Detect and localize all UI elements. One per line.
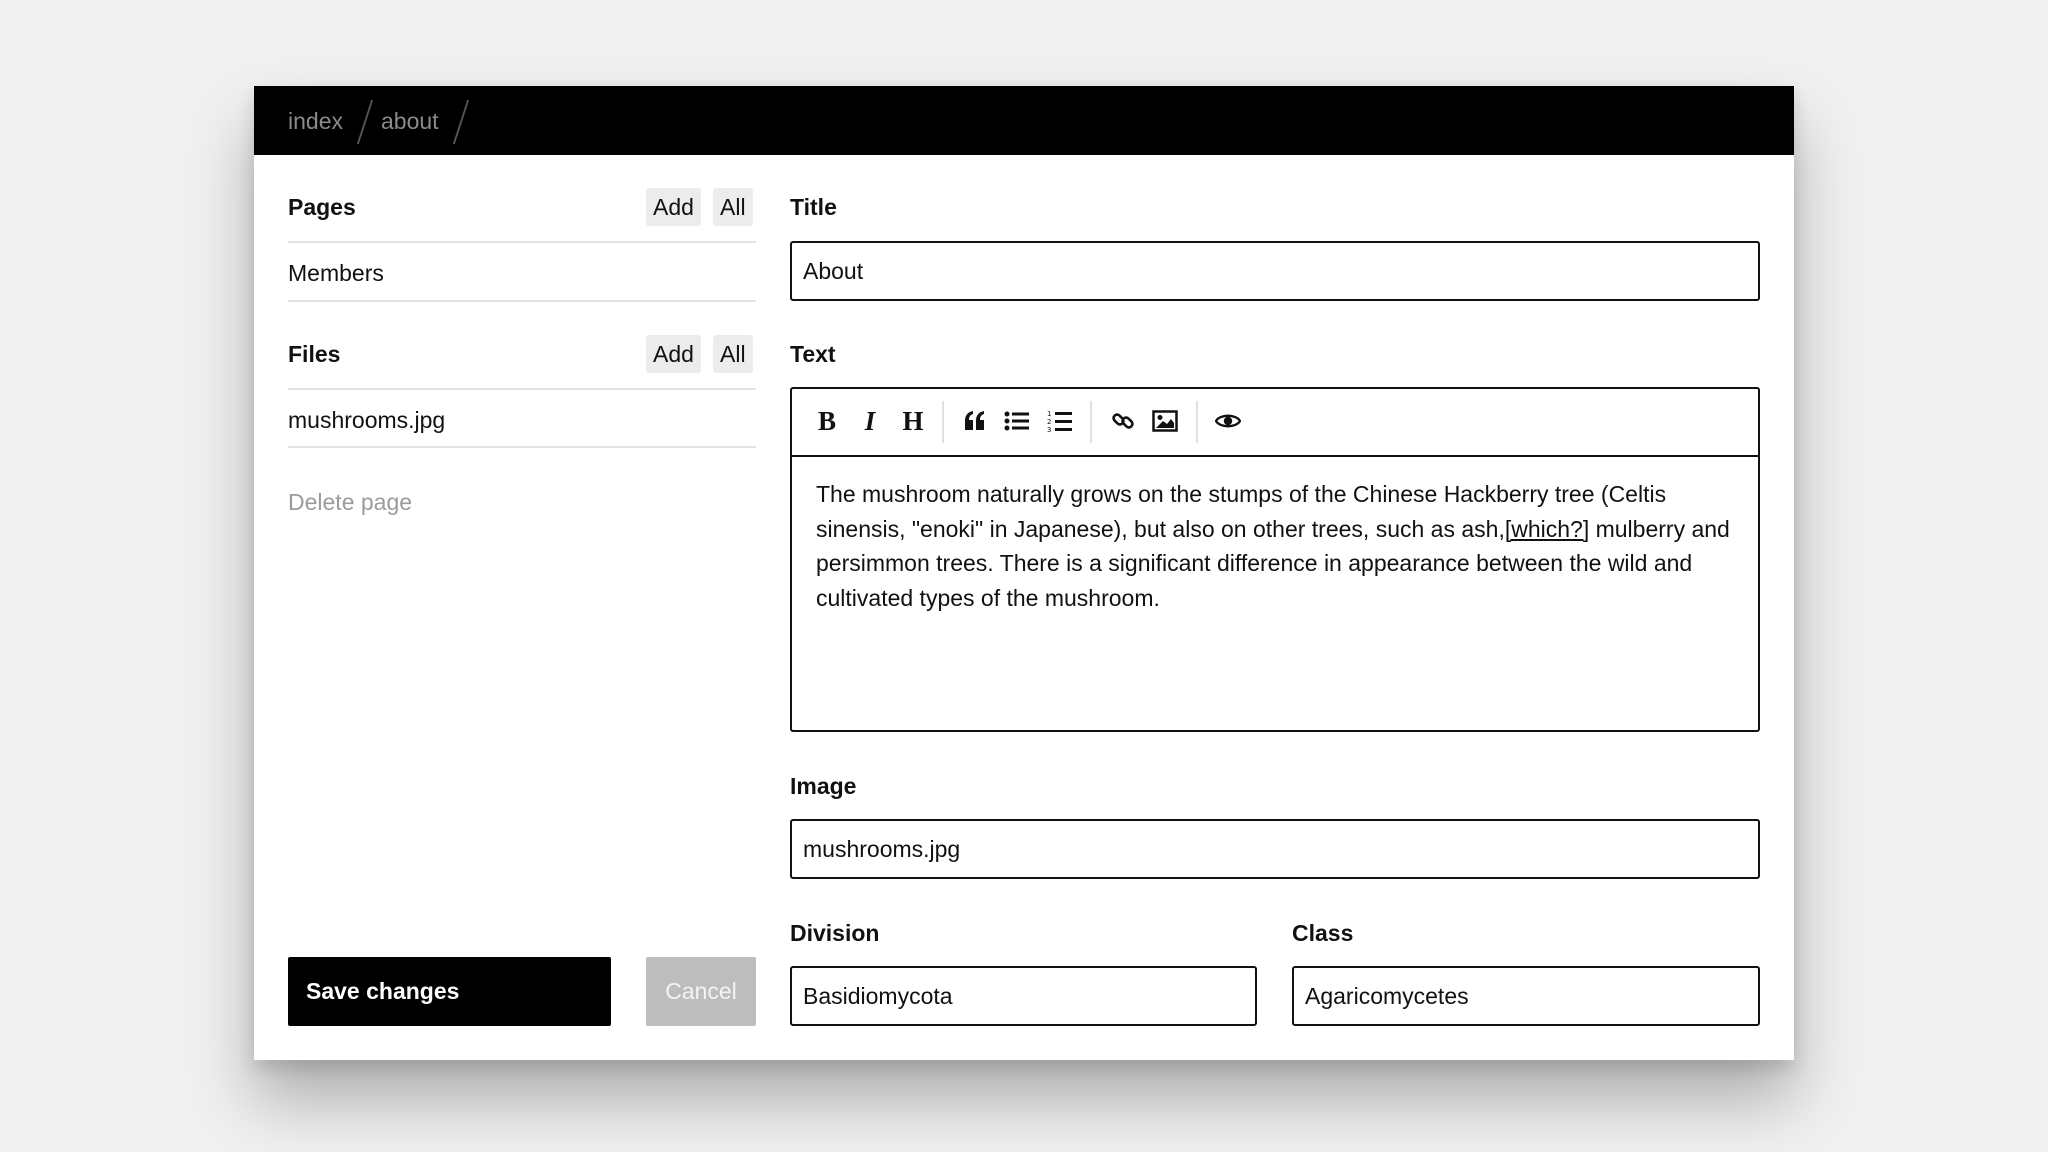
heading-icon[interactable]: H (898, 406, 928, 436)
breadcrumb-separator (452, 100, 470, 144)
bulleted-list-icon[interactable] (1002, 406, 1032, 436)
citation-needed-link[interactable]: [which?] (1505, 516, 1589, 542)
pages-heading: Pages (288, 194, 356, 220)
text-editor-content[interactable]: The mushroom naturally grows on the stum… (816, 477, 1741, 615)
division-field[interactable]: Basidiomycota (790, 966, 1257, 1026)
toolbar-separator (1196, 401, 1198, 443)
divider (288, 388, 756, 390)
toolbar-separator (1090, 401, 1092, 443)
image-field[interactable]: mushrooms.jpg (790, 819, 1760, 879)
page-list-item[interactable]: Members (288, 259, 384, 287)
breadcrumb-separator (356, 100, 374, 144)
division-label: Division (790, 920, 880, 946)
all-pages-button[interactable]: All (713, 188, 753, 226)
editor-toolbar: B I H 123 (792, 389, 1758, 457)
svg-text:3: 3 (1047, 426, 1051, 433)
preview-eye-icon[interactable] (1213, 406, 1243, 436)
divider (288, 300, 756, 302)
delete-page-link[interactable]: Delete page (288, 488, 412, 516)
cancel-button[interactable]: Cancel (646, 957, 756, 1026)
breadcrumb-item-index[interactable]: index (288, 107, 343, 135)
quote-icon[interactable] (960, 406, 990, 436)
breadcrumb: index about (254, 86, 1794, 155)
divider (288, 241, 756, 243)
link-icon[interactable] (1108, 406, 1138, 436)
all-files-button[interactable]: All (713, 335, 753, 373)
add-file-button[interactable]: Add (646, 335, 701, 373)
image-label: Image (790, 773, 857, 799)
class-label: Class (1292, 920, 1354, 946)
markdown-editor: B I H 123 The mushroom naturally grows o… (790, 387, 1760, 732)
bold-icon[interactable]: B (812, 406, 842, 436)
image-icon[interactable] (1150, 406, 1180, 436)
text-label: Text (790, 341, 836, 367)
svg-text:2: 2 (1047, 418, 1051, 426)
svg-text:1: 1 (1047, 410, 1051, 418)
numbered-list-icon[interactable]: 123 (1045, 406, 1075, 436)
file-list-item[interactable]: mushrooms.jpg (288, 406, 445, 434)
title-label: Title (790, 194, 837, 220)
breadcrumb-item-about[interactable]: about (381, 107, 439, 135)
toolbar-separator (942, 401, 944, 443)
add-page-button[interactable]: Add (646, 188, 701, 226)
class-field[interactable]: Agaricomycetes (1292, 966, 1760, 1026)
files-heading: Files (288, 341, 341, 367)
divider (288, 446, 756, 448)
cms-editor-window: index about Pages Add All Members Files … (254, 86, 1794, 1060)
title-field[interactable]: About (790, 241, 1760, 301)
save-button[interactable]: Save changes (288, 957, 611, 1026)
italic-icon[interactable]: I (855, 406, 885, 436)
